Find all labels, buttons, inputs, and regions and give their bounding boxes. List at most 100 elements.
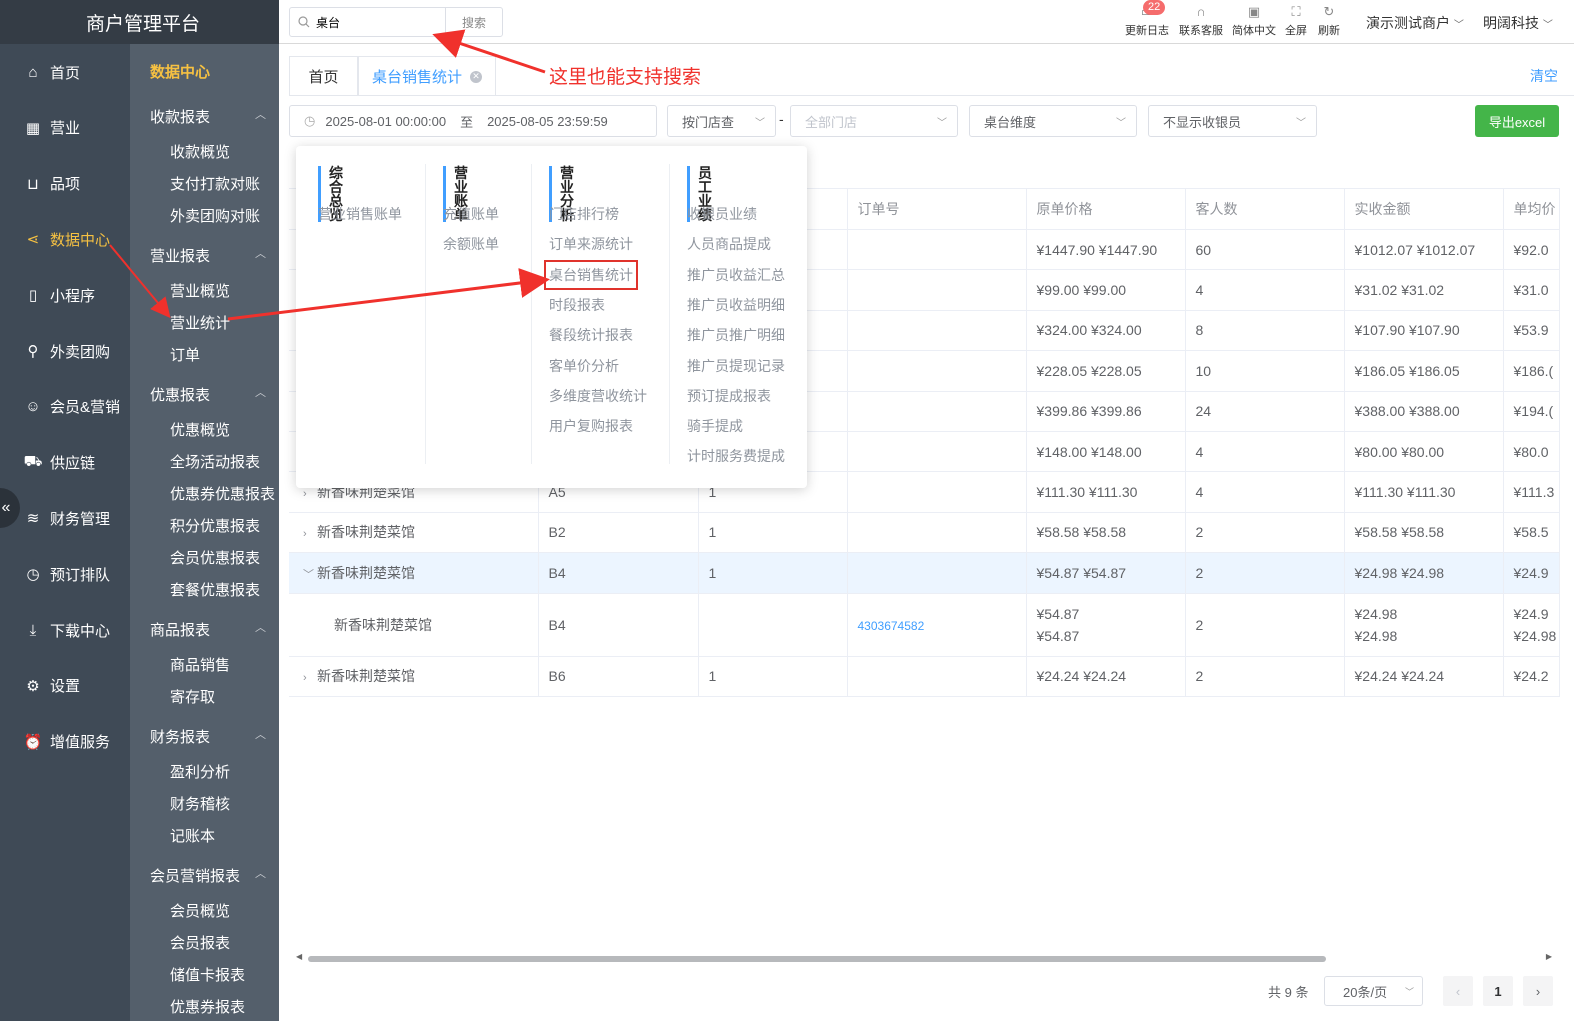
mega-menu-item[interactable]: 推广员提现记录 (687, 356, 785, 376)
prev-page-button[interactable]: ‹ (1443, 976, 1473, 1006)
mega-menu-item[interactable]: 人员商品提成 (687, 234, 771, 254)
date-start: 2025-08-01 00:00:00 (325, 113, 447, 129)
subnav-item[interactable]: 积分优惠报表 (170, 515, 260, 536)
subnav-item[interactable]: 寄存取 (170, 686, 215, 707)
subnav-item[interactable]: 营业统计 (170, 312, 230, 333)
sidebar-item-7[interactable]: ⛟ 供应链 (0, 435, 130, 491)
mega-menu-item[interactable]: 骑手提成 (687, 416, 743, 436)
table-child-row[interactable]: 新香味荆楚菜馆 B4 4303674582 ¥54.87 ¥54.87 2 ¥24.98 ¥2… (289, 593, 1560, 657)
page-size-select[interactable]: 20条/页 ﹀ (1324, 976, 1423, 1006)
mega-menu-item[interactable]: 门店排行榜 (549, 204, 619, 224)
chevron-down-icon[interactable]: ﹀ (303, 566, 317, 582)
mega-menu-item[interactable]: 时段报表 (549, 295, 605, 315)
subnav-item[interactable]: 记账本 (170, 825, 215, 846)
mega-menu-item[interactable]: 收银员业绩 (687, 204, 757, 224)
toolbar-item-0[interactable]: ▭22更新日志 (1125, 0, 1169, 38)
sidebar-item-2[interactable]: ⊔ 品项 (0, 156, 130, 212)
subnav-item[interactable]: 收款概览 (170, 141, 230, 162)
toolbar-item-2[interactable]: ▣ 简体中文 (1232, 4, 1276, 38)
sidebar-item-8[interactable]: ≋ 财务管理 (0, 490, 130, 546)
mega-menu-item[interactable]: 订单来源统计 (549, 234, 633, 254)
subnav-item[interactable]: 储值卡报表 (170, 964, 245, 985)
subnav-item[interactable]: 订单 (170, 344, 200, 365)
search-button[interactable]: 搜索 (446, 8, 502, 36)
close-icon[interactable]: ✕ (470, 70, 482, 83)
sidebar-item-10[interactable]: ⤓ 下载中心 (0, 602, 130, 658)
subnav-item[interactable]: 全场活动报表 (170, 451, 260, 472)
tab-home[interactable]: 首页 (289, 56, 358, 96)
sidebar-item-4[interactable]: ▯ 小程序 (0, 267, 130, 323)
chevron-right-icon[interactable]: › (303, 528, 317, 540)
scroll-right-icon[interactable]: ▶ (1546, 952, 1552, 961)
mega-menu-item[interactable]: 推广员推广明细 (687, 325, 785, 345)
sidebar-item-0[interactable]: ⌂ 首页 (0, 44, 130, 100)
cashier-select[interactable]: 不显示收银员 ﹀ (1148, 105, 1317, 137)
next-page-button[interactable]: › (1523, 976, 1553, 1006)
subnav-item[interactable]: 会员优惠报表 (170, 547, 260, 568)
store-placeholder: 全部门店 (805, 114, 858, 130)
mega-menu-item[interactable]: 桌台销售统计 (544, 259, 638, 290)
subnav-item[interactable]: 优惠券优惠报表 (170, 483, 275, 504)
chevron-right-icon[interactable]: › (303, 672, 317, 684)
mega-menu-item[interactable]: 餐段统计报表 (549, 325, 633, 345)
sidebar-item-9[interactable]: ◷ 预订排队 (0, 546, 130, 602)
toolbar-item-3[interactable]: ⛶ 全屏 (1285, 4, 1307, 38)
alarm-icon: ⏰ (23, 733, 43, 751)
sidebar-item-3[interactable]: ⋖ 数据中心 (0, 211, 130, 267)
page-number[interactable]: 1 (1483, 976, 1513, 1006)
table-row[interactable]: ﹀ 新香味荆楚菜馆 B4 1 ¥54.87 ¥54.87 2 ¥24.98 ¥24.98 ¥2… (289, 552, 1560, 594)
subnav-group[interactable]: 会员营销报表 ︿ (150, 865, 270, 886)
horizontal-scrollbar[interactable]: ◀ ▶ (296, 952, 1552, 963)
query-mode-select[interactable]: 按门店查 ﹀ (667, 105, 776, 137)
export-excel-button[interactable]: 导出excel (1475, 105, 1559, 137)
subnav-item[interactable]: 优惠概览 (170, 419, 230, 440)
subnav-item[interactable]: 会员报表 (170, 932, 230, 953)
sidebar-item-12[interactable]: ⏰ 增值服务 (0, 714, 130, 770)
order-number-link[interactable]: 4303674582 (858, 619, 925, 633)
chevron-right-icon[interactable]: › (303, 488, 317, 500)
subnav-group[interactable]: 营业报表 ︿ (150, 245, 270, 266)
subnav-item[interactable]: 外卖团购对账 (170, 205, 260, 226)
dimension-select[interactable]: 桌台维度 ﹀ (969, 105, 1137, 137)
subnav-item[interactable]: 会员概览 (170, 900, 230, 921)
subnav-item[interactable]: 套餐优惠报表 (170, 579, 260, 600)
sidebar-item-11[interactable]: ⚙ 设置 (0, 658, 130, 714)
scroll-left-icon[interactable]: ◀ (296, 952, 302, 961)
sidebar-item-6[interactable]: ☺ 会员&营销 (0, 379, 130, 435)
toolbar-item-1[interactable]: ∩ 联系客服 (1179, 4, 1223, 38)
date-range-picker[interactable]: ◷ 2025-08-01 00:00:00 至 2025-08-05 23:59… (289, 105, 657, 137)
mega-menu-item[interactable]: 多维度营收统计 (549, 386, 647, 406)
subnav-item[interactable]: 优惠券报表 (170, 996, 245, 1017)
search-input[interactable] (316, 15, 426, 29)
subnav-item[interactable]: 盈利分析 (170, 761, 230, 782)
sidebar-item-1[interactable]: ▦ 营业 (0, 100, 130, 156)
table-row[interactable]: › 新香味荆楚菜馆 B2 1 ¥58.58 ¥58.58 2 ¥58.58 ¥58.58 ¥5… (289, 512, 1560, 554)
tab-table-sales[interactable]: 桌台销售统计 ✕ (358, 56, 496, 96)
subnav-group[interactable]: 收款报表 ︿ (150, 106, 270, 127)
mega-menu-item[interactable]: 充值账单 (443, 204, 499, 224)
table-row[interactable]: › 新香味荆楚菜馆 B6 1 ¥24.24 ¥24.24 2 ¥24.24 ¥24.24 ¥2… (289, 656, 1560, 697)
mega-menu-item[interactable]: 余额账单 (443, 234, 499, 254)
subnav-item[interactable]: 财务稽核 (170, 793, 230, 814)
mega-menu-item[interactable]: 计时服务费提成 (687, 446, 785, 466)
subnav-item[interactable]: 营业概览 (170, 280, 230, 301)
clear-tabs-link[interactable]: 清空 (1530, 66, 1558, 86)
scrollbar-thumb[interactable] (308, 956, 1326, 962)
mega-menu-item[interactable]: 用户复购报表 (549, 416, 633, 436)
subnav-item[interactable]: 商品销售 (170, 654, 230, 675)
subnav-group[interactable]: 商品报表 ︿ (150, 619, 270, 640)
store-select[interactable]: 全部门店 ﹀ (790, 105, 958, 137)
subnav-group[interactable]: 财务报表 ︿ (150, 726, 270, 747)
mega-menu-item[interactable]: 营业销售账单 (318, 204, 402, 224)
toolbar-item-4[interactable]: ↻ 刷新 (1318, 4, 1340, 38)
mega-menu-item[interactable]: 推广员收益汇总 (687, 265, 785, 285)
column-header: 实收金额 (1344, 188, 1504, 230)
mega-menu-item[interactable]: 推广员收益明细 (687, 295, 785, 315)
subnav-item[interactable]: 支付打款对账 (170, 173, 260, 194)
subnav-group[interactable]: 优惠报表 ︿ (150, 384, 270, 405)
sidebar-item-5[interactable]: ⚲ 外卖团购 (0, 323, 130, 379)
merchant-dropdown[interactable]: 演示测试商户 ﹀ (1366, 13, 1464, 33)
mega-menu-item[interactable]: 预订提成报表 (687, 386, 771, 406)
mega-menu-item[interactable]: 客单价分析 (549, 356, 619, 376)
company-dropdown[interactable]: 明阔科技 ﹀ (1483, 13, 1553, 33)
